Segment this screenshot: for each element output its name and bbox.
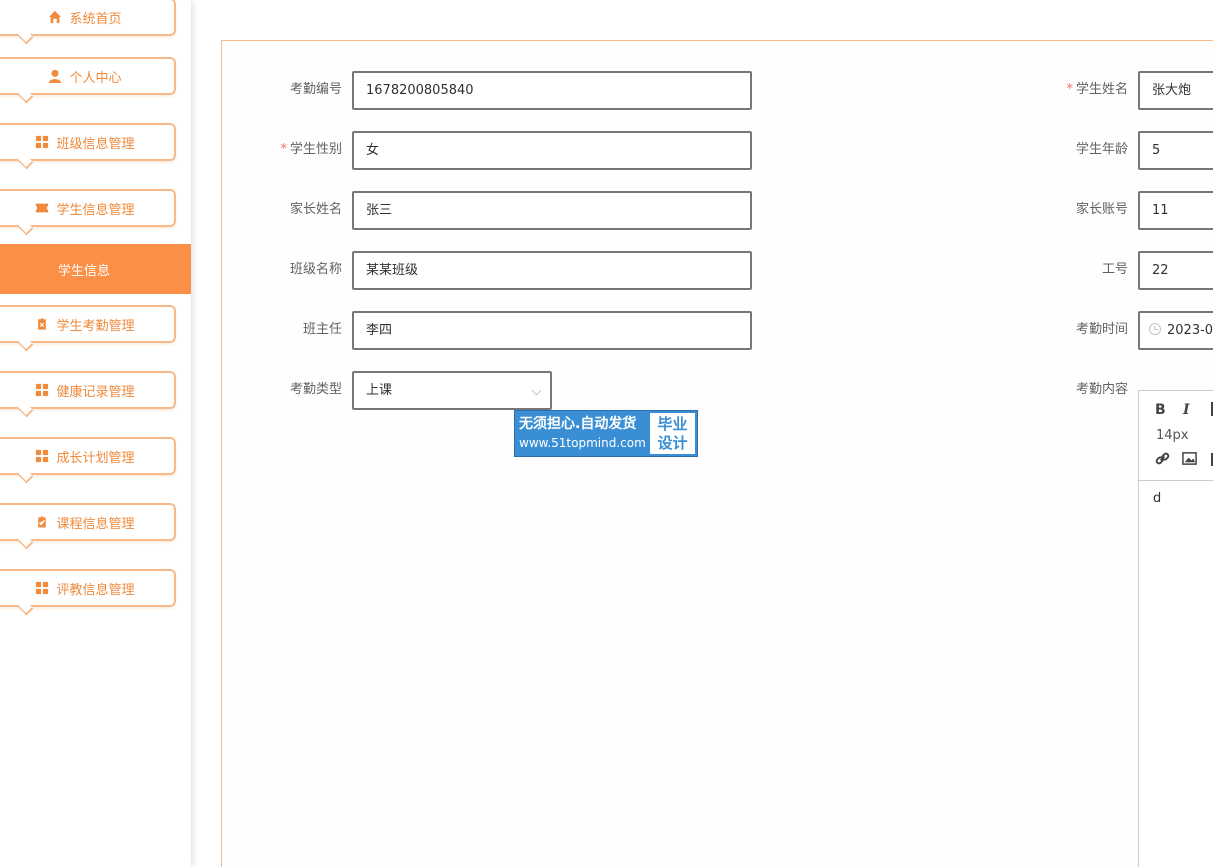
label-parent-account: 家长账号	[1075, 202, 1128, 217]
menu-item-teaching-evaluation[interactable]: 评教信息管理	[0, 569, 176, 616]
menu-item-attendance[interactable]: 学生考勤管理	[0, 305, 176, 352]
attendance-no-field[interactable]: 1678200805840	[352, 71, 752, 110]
menu-label: 学生信息管理	[56, 202, 135, 218]
menu-label: 健康记录管理	[56, 384, 135, 400]
label-head-teacher: 班主任	[302, 322, 342, 337]
student-gender-field[interactable]: 女	[352, 131, 752, 170]
menu-label: 个人中心	[69, 70, 122, 86]
class-name-field[interactable]: 某某班级	[352, 251, 752, 290]
clipboard-icon	[35, 317, 49, 331]
attendance-time-value: 2023-0	[1167, 323, 1213, 338]
bold-button[interactable]: B	[1155, 402, 1166, 418]
label-student-gender: * 学生性别	[280, 142, 342, 157]
menu-item-course-info[interactable]: 课程信息管理	[0, 503, 176, 550]
student-age-field[interactable]: 5	[1138, 131, 1213, 170]
watermark-url: www.51topmind.com	[519, 436, 646, 450]
label-parent-name: 家长姓名	[289, 202, 342, 217]
watermark-badge: 无须担心.自动发货 www.51topmind.com 毕业 设计	[514, 410, 698, 457]
attendance-type-select[interactable]: 上课	[352, 371, 552, 410]
watermark-line1: 无须担心.自动发货	[519, 416, 637, 432]
label-attendance-no: 考勤编号	[289, 82, 342, 97]
font-size-select[interactable]: 14px	[1156, 428, 1189, 443]
parent-account-field[interactable]: 11	[1138, 191, 1213, 230]
menu-item-health-records[interactable]: 健康记录管理	[0, 371, 176, 418]
sidebar: 系统首页 个人中心 班级信息管理 学生信息管理 学生信息 学生考勤管理 健康记录…	[0, 0, 191, 867]
menu-item-growth-plan[interactable]: 成长计划管理	[0, 437, 176, 484]
menu-label: 评教信息管理	[56, 582, 135, 598]
label-attendance-content: 考勤内容	[1075, 382, 1128, 397]
grid-icon	[35, 383, 49, 397]
menu-label: 成长计划管理	[56, 450, 135, 466]
link-icon[interactable]	[1155, 451, 1170, 470]
parent-name-field[interactable]: 张三	[352, 191, 752, 230]
watermark-right-bottom: 设计	[657, 434, 688, 452]
attendance-time-picker[interactable]: 2023-0	[1138, 311, 1213, 350]
menu-label: 课程信息管理	[56, 516, 135, 532]
menu-item-class-info[interactable]: 班级信息管理	[0, 123, 176, 170]
submenu-label: 学生信息	[58, 263, 111, 279]
menu-label: 学生考勤管理	[56, 318, 135, 334]
editor-toolbar: B I 14px	[1139, 391, 1213, 481]
editor-content[interactable]: d	[1139, 481, 1213, 516]
head-teacher-field[interactable]: 李四	[352, 311, 752, 350]
label-attendance-type: 考勤类型	[289, 382, 342, 397]
label-class-name: 班级名称	[289, 262, 342, 277]
grid-icon	[35, 581, 49, 595]
image-icon[interactable]	[1182, 451, 1197, 470]
menu-label: 班级信息管理	[56, 136, 135, 152]
clipboard-check-icon	[35, 515, 49, 529]
menu-label: 系统首页	[69, 11, 122, 27]
attendance-type-value: 上课	[366, 383, 393, 398]
label-student-name: * 学生姓名	[1066, 82, 1128, 97]
clock-icon	[1149, 323, 1161, 335]
italic-button[interactable]: I	[1183, 402, 1190, 418]
grid-icon	[35, 449, 49, 463]
submenu-item-student-info[interactable]: 学生信息	[0, 244, 191, 294]
menu-item-home[interactable]: 系统首页	[0, 0, 176, 45]
ticket-icon	[35, 201, 49, 215]
menu-item-student-info[interactable]: 学生信息管理	[0, 189, 176, 236]
student-name-field[interactable]: 张大炮	[1138, 71, 1213, 110]
home-icon	[48, 10, 62, 24]
menu-item-personal-center[interactable]: 个人中心	[0, 57, 176, 104]
required-mark: *	[1066, 82, 1073, 97]
grid-icon	[35, 135, 49, 149]
user-icon	[48, 69, 62, 83]
watermark-right-top: 毕业	[657, 415, 688, 433]
rich-text-editor[interactable]: B I 14px d	[1138, 390, 1213, 867]
staff-no-field[interactable]: 22	[1138, 251, 1213, 290]
label-staff-no: 工号	[1101, 262, 1128, 277]
label-student-age: 学生年龄	[1075, 142, 1128, 157]
chevron-down-icon	[531, 385, 542, 396]
required-mark: *	[280, 142, 287, 157]
label-attendance-time: 考勤时间	[1075, 322, 1128, 337]
